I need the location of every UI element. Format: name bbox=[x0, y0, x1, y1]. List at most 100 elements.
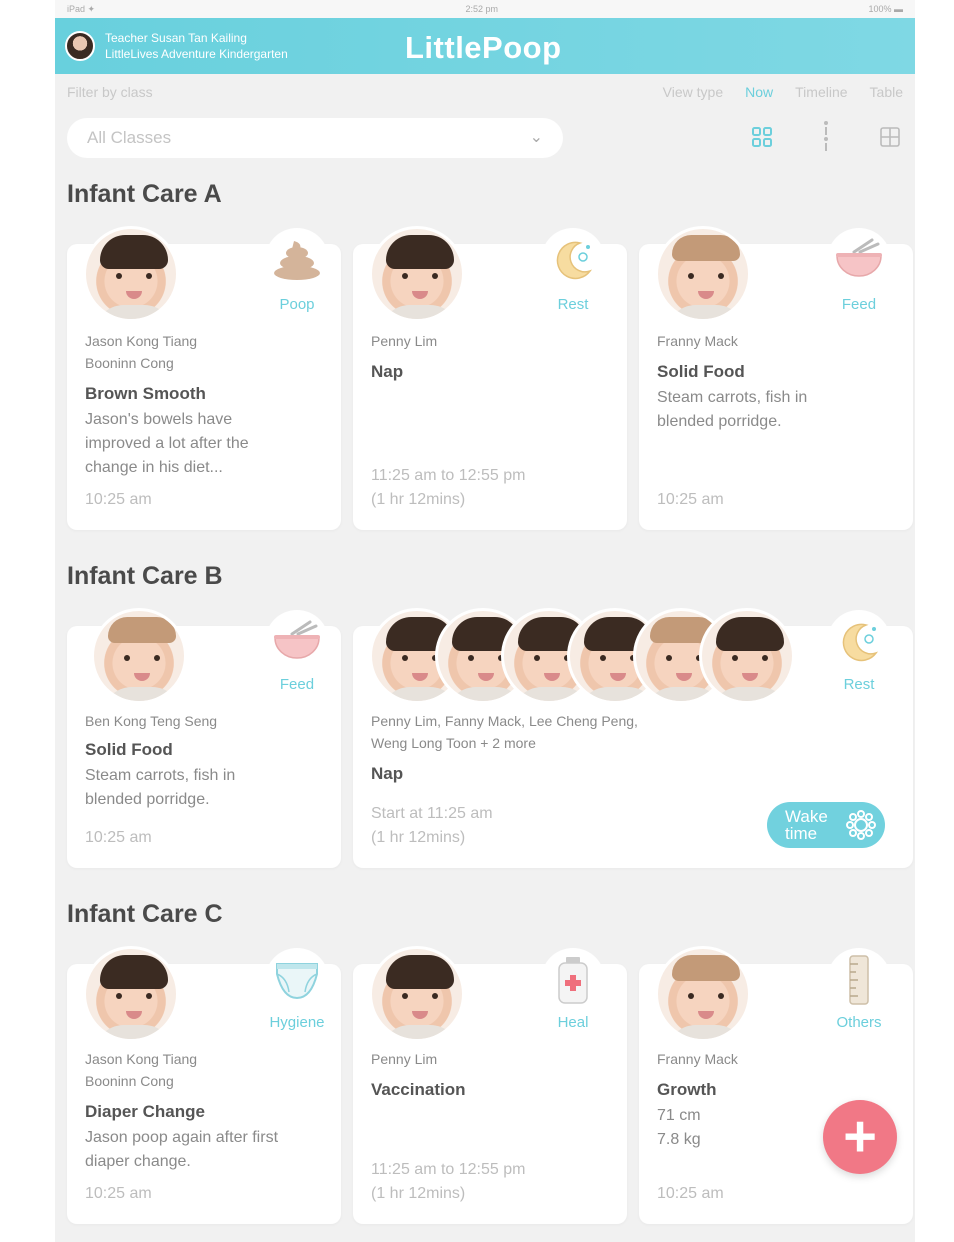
child-name: Ben Kong Teng Seng bbox=[85, 713, 218, 729]
child-avatar bbox=[91, 608, 187, 704]
teacher-info: Teacher Susan Tan Kailing LittleLives Ad… bbox=[105, 30, 288, 62]
status-bar: iPad ✦ 2:52 pm 100% ▬ bbox=[55, 0, 915, 18]
event-description: 71 cm 7.8 kg bbox=[657, 1104, 701, 1152]
event-title: Brown Smooth bbox=[85, 384, 206, 403]
category-label: Rest bbox=[843, 676, 875, 693]
child-names: Jason Kong Tiang Booninn Cong bbox=[85, 1048, 197, 1092]
wake-time-button[interactable]: Wake time bbox=[767, 802, 885, 848]
category-label: Heal bbox=[557, 1014, 589, 1031]
tab-now[interactable]: Now bbox=[745, 84, 773, 100]
wake-button-label: time bbox=[785, 824, 818, 843]
ruler-icon bbox=[827, 948, 891, 1012]
time-start: Start at 11:25 am bbox=[371, 805, 493, 822]
status-time: 2:52 pm bbox=[465, 4, 499, 14]
section-title-infant-care-c: Infant Care C bbox=[67, 900, 223, 928]
event-description: Jason's bowels have improved a lot after… bbox=[85, 408, 249, 480]
event-description: Steam carrots, fish in blended porridge. bbox=[85, 764, 235, 812]
sun-icon bbox=[845, 809, 877, 844]
child-name: Jason Kong Tiang bbox=[85, 333, 198, 349]
poop-icon bbox=[265, 228, 329, 292]
child-avatar bbox=[699, 608, 795, 704]
growth-weight: 7.8 kg bbox=[657, 1131, 701, 1148]
view-type-icons bbox=[747, 121, 905, 152]
category-label: Rest bbox=[557, 296, 589, 313]
moon-icon bbox=[541, 228, 605, 292]
class-filter-select[interactable]: All Classes ⌄ bbox=[67, 118, 563, 158]
tab-table[interactable]: Table bbox=[870, 84, 903, 100]
wake-button-label: Wake bbox=[785, 807, 828, 826]
growth-height: 71 cm bbox=[657, 1107, 701, 1124]
status-battery: 100% ▬ bbox=[868, 4, 903, 14]
child-name: Booninn Cong bbox=[85, 355, 174, 371]
event-time: 10:25 am bbox=[85, 829, 152, 846]
event-title: Diaper Change bbox=[85, 1102, 205, 1121]
time-range: 11:25 am to 12:55 pm bbox=[371, 1161, 526, 1178]
view-type-label: View type bbox=[662, 84, 724, 100]
time-duration: (1 hr 12mins) bbox=[371, 1185, 466, 1202]
child-names: Ben Kong Teng Seng bbox=[85, 710, 217, 732]
category-label: Poop bbox=[279, 296, 315, 313]
event-time: Start at 11:25 am (1 hr 12mins) bbox=[371, 802, 493, 850]
view-type-switch: View type Now Timeline Table bbox=[663, 84, 903, 100]
child-avatar bbox=[369, 946, 465, 1042]
bowl-icon bbox=[827, 228, 891, 292]
activity-card[interactable]: Hygiene Jason Kong Tiang Booninn Cong Di… bbox=[67, 946, 341, 1224]
app-screen: iPad ✦ 2:52 pm 100% ▬ Teacher Susan Tan … bbox=[55, 0, 915, 1242]
time-duration: (1 hr 12mins) bbox=[371, 829, 466, 846]
category-label: Feed bbox=[841, 296, 877, 313]
child-name: Weng Long Toon + 2 more bbox=[371, 735, 536, 751]
description-line: Steam carrots, fish in bbox=[657, 389, 808, 406]
teacher-name: Teacher Susan Tan Kailing bbox=[105, 31, 247, 45]
medicine-bottle-icon bbox=[541, 948, 605, 1012]
description-line: Jason poop again after first bbox=[85, 1129, 279, 1146]
child-name: Franny Mack bbox=[657, 1051, 738, 1067]
chevron-down-icon: ⌄ bbox=[529, 129, 543, 146]
event-title: Nap bbox=[371, 362, 404, 381]
event-title: Solid Food bbox=[657, 362, 745, 381]
event-description: Jason poop again after first diaper chan… bbox=[85, 1126, 278, 1174]
description-line: Jason's bowels have bbox=[85, 411, 233, 428]
time-duration: (1 hr 12mins) bbox=[371, 491, 466, 508]
category-label: Hygiene bbox=[269, 1014, 325, 1031]
timeline-view-icon[interactable] bbox=[811, 121, 841, 152]
child-name: Jason Kong Tiang bbox=[85, 1051, 198, 1067]
event-title: Growth bbox=[657, 1080, 717, 1099]
event-title: Nap bbox=[371, 764, 404, 783]
child-name: Penny Lim bbox=[371, 1051, 438, 1067]
child-names: Penny Lim bbox=[371, 330, 437, 352]
activity-card[interactable]: Feed Franny Mack Solid Food Steam carrot… bbox=[639, 226, 913, 530]
table-view-icon[interactable] bbox=[875, 122, 905, 152]
grid-view-icon[interactable] bbox=[747, 122, 777, 152]
teacher-avatar[interactable] bbox=[65, 31, 95, 61]
event-title: Solid Food bbox=[85, 740, 173, 759]
time-range: 11:25 am to 12:55 pm bbox=[371, 467, 526, 484]
class-filter-value: All Classes bbox=[87, 128, 172, 147]
group-activity-card[interactable]: Rest Penny Lim, Fanny Mack, Lee Cheng Pe… bbox=[353, 608, 913, 868]
event-time: 10:25 am bbox=[657, 1185, 724, 1202]
child-avatar bbox=[655, 226, 751, 322]
status-carrier: iPad ✦ bbox=[67, 3, 96, 14]
activity-card[interactable]: Rest Penny Lim Nap 11:25 am to 12:55 pm … bbox=[353, 226, 627, 530]
child-avatar bbox=[83, 226, 179, 322]
activity-card[interactable]: Heal Penny Lim Vaccination 11:25 am to 1… bbox=[353, 946, 627, 1224]
child-avatar bbox=[369, 226, 465, 322]
child-name: Franny Mack bbox=[657, 333, 738, 349]
category-label: Feed bbox=[279, 676, 315, 693]
diaper-icon bbox=[265, 948, 329, 1012]
description-line: Steam carrots, fish in bbox=[85, 767, 236, 784]
activity-card[interactable]: Others Franny Mack Growth 71 cm 7.8 kg 1… bbox=[639, 946, 913, 1224]
filter-label: Filter by class bbox=[67, 84, 153, 100]
moon-icon bbox=[827, 610, 891, 674]
description-line: change in his diet... bbox=[85, 459, 223, 476]
child-name: Booninn Cong bbox=[85, 1073, 174, 1089]
event-time: 10:25 am bbox=[657, 491, 724, 508]
add-activity-button[interactable]: + bbox=[823, 1100, 897, 1174]
child-name: Penny Lim bbox=[371, 333, 438, 349]
child-names: Penny Lim bbox=[371, 1048, 437, 1070]
activity-card[interactable]: Poop Jason Kong Tiang Booninn Cong Brown… bbox=[67, 226, 341, 530]
tab-timeline[interactable]: Timeline bbox=[795, 84, 847, 100]
app-title: LittlePoop bbox=[405, 30, 562, 65]
activity-card[interactable]: Feed Ben Kong Teng Seng Solid Food Steam… bbox=[67, 608, 341, 868]
event-time: 11:25 am to 12:55 pm (1 hr 12mins) bbox=[371, 464, 525, 512]
event-description: Steam carrots, fish in blended porridge. bbox=[657, 386, 807, 434]
